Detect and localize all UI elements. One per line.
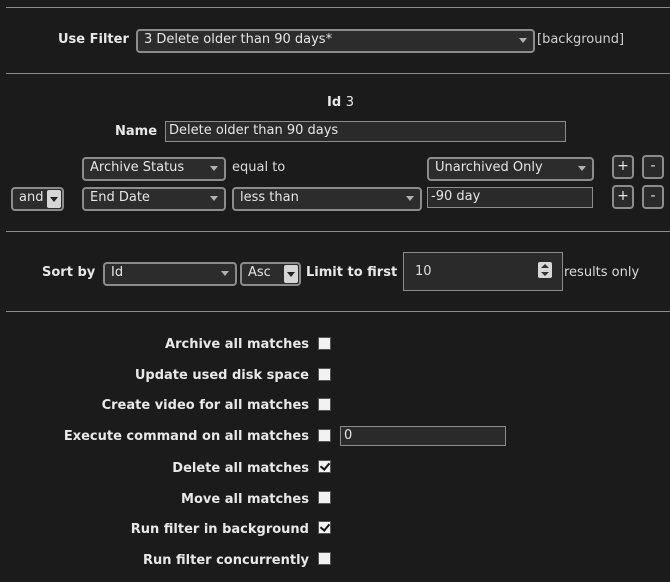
id-label: Id 3 xyxy=(327,95,354,110)
results-only-label: results only xyxy=(564,265,640,280)
spinner-icon[interactable] xyxy=(538,262,552,278)
delete-all-label: Delete all matches xyxy=(172,461,309,476)
execute-command-label: Execute command on all matches xyxy=(63,429,309,444)
background-tag: [background] xyxy=(537,32,625,47)
run-in-background-checkbox[interactable] xyxy=(318,521,331,534)
chevron-down-icon xyxy=(578,166,586,171)
divider xyxy=(6,7,670,8)
limit-input[interactable]: 10 xyxy=(403,252,563,291)
divider xyxy=(6,311,670,312)
run-concurrently-label: Run filter concurrently xyxy=(143,553,309,568)
execute-command-checkbox[interactable] xyxy=(318,429,331,442)
chevron-down-icon xyxy=(221,271,229,276)
id-value: 3 xyxy=(345,95,354,110)
filter-select-value: 3 Delete older than 90 days* xyxy=(144,32,333,47)
chevron-down-icon xyxy=(210,166,218,171)
create-video-label: Create video for all matches xyxy=(101,398,309,413)
limit-label: Limit to first xyxy=(306,265,398,280)
run-concurrently-checkbox[interactable] xyxy=(318,552,331,565)
update-disk-space-label: Update used disk space xyxy=(134,368,309,383)
sort-field-select[interactable]: Id xyxy=(103,262,237,286)
term-attribute-select[interactable]: Archive Status xyxy=(82,157,226,181)
sort-by-label: Sort by xyxy=(42,265,96,280)
run-in-background-label: Run filter in background xyxy=(130,522,309,537)
remove-term-button[interactable]: - xyxy=(642,155,664,179)
term-attribute-select[interactable]: End Date xyxy=(82,187,226,211)
create-video-checkbox[interactable] xyxy=(318,398,331,411)
term-conjunction-select[interactable]: and xyxy=(11,187,64,211)
archive-all-checkbox[interactable] xyxy=(318,337,331,350)
execute-command-input[interactable]: 0 xyxy=(340,426,506,446)
use-filter-label: Use Filter xyxy=(58,32,129,47)
chevron-down-icon xyxy=(406,196,414,201)
term-value-select[interactable]: Unarchived Only xyxy=(427,157,594,181)
chevron-down-icon xyxy=(47,190,61,208)
chevron-down-icon xyxy=(519,38,527,43)
delete-all-checkbox[interactable] xyxy=(318,460,331,473)
move-all-label: Move all matches xyxy=(181,492,309,507)
chevron-down-icon xyxy=(210,196,218,201)
archive-all-label: Archive all matches xyxy=(165,337,309,352)
name-input[interactable]: Delete older than 90 days xyxy=(165,121,566,142)
term-operator-text: equal to xyxy=(232,160,286,175)
move-all-checkbox[interactable] xyxy=(318,491,331,504)
add-term-button[interactable]: + xyxy=(612,155,634,179)
chevron-down-icon xyxy=(284,265,298,283)
add-term-button[interactable]: + xyxy=(612,185,634,209)
update-disk-space-checkbox[interactable] xyxy=(318,368,331,381)
term-operator-select[interactable]: less than xyxy=(232,187,422,211)
remove-term-button[interactable]: - xyxy=(642,185,664,209)
name-label: Name xyxy=(115,124,158,139)
filter-select[interactable]: 3 Delete older than 90 days* xyxy=(136,29,535,53)
divider xyxy=(6,231,670,232)
term-value-input[interactable]: -90 day xyxy=(427,187,593,208)
sort-direction-select[interactable]: Asc xyxy=(240,262,301,286)
divider xyxy=(6,73,670,74)
